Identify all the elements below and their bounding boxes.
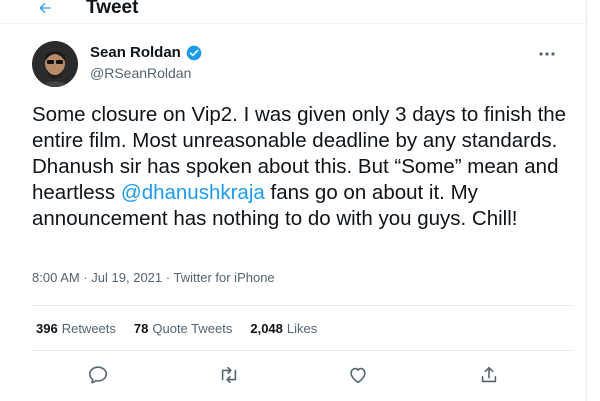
tweet-stats: 396 Retweets 78 Quote Tweets 2,048 Likes: [36, 321, 335, 336]
reply-icon[interactable]: [87, 364, 109, 386]
tweet-date[interactable]: Jul 19, 2021: [91, 270, 162, 285]
tweet-text: Some closure on Vip2. I was given only 3…: [32, 102, 572, 232]
author-name-row: Sean Roldan: [90, 44, 202, 61]
avatar[interactable]: [32, 41, 78, 87]
quote-tweets-stat[interactable]: 78 Quote Tweets: [134, 321, 232, 336]
meta-separator: ·: [165, 270, 171, 285]
tweet-time[interactable]: 8:00 AM: [32, 270, 80, 285]
author-display-name[interactable]: Sean Roldan: [90, 44, 181, 61]
verified-badge-icon: [186, 45, 202, 61]
divider: [32, 305, 572, 306]
author-handle[interactable]: @RSeanRoldan: [90, 65, 202, 81]
arrow-left-icon[interactable]: [36, 0, 54, 16]
column-border: [586, 0, 587, 401]
tweet-source[interactable]: Twitter for iPhone: [174, 270, 275, 285]
share-icon[interactable]: [478, 364, 500, 386]
retweets-stat[interactable]: 396 Retweets: [36, 321, 116, 336]
likes-stat[interactable]: 2,048 Likes: [250, 321, 317, 336]
quote-tweets-label: Quote Tweets: [152, 321, 233, 336]
page-title: Tweet: [86, 0, 139, 18]
divider: [32, 350, 572, 351]
tweet-meta: 8:00 AM · Jul 19, 2021 · Twitter for iPh…: [32, 270, 275, 285]
retweet-icon[interactable]: [218, 364, 240, 386]
quote-tweets-count: 78: [133, 321, 149, 336]
meta-separator: ·: [83, 270, 88, 285]
retweets-count: 396: [36, 321, 58, 336]
header-divider: [0, 23, 586, 24]
likes-count: 2,048: [250, 321, 283, 336]
retweets-label: Retweets: [61, 321, 116, 336]
author-block: Sean Roldan @RSeanRoldan: [90, 44, 202, 81]
mention-link[interactable]: @dhanushkraja: [121, 181, 265, 204]
more-options-icon[interactable]: [538, 46, 556, 56]
like-icon[interactable]: [347, 364, 369, 386]
tweet-header: Tweet: [0, 0, 587, 22]
likes-label: Likes: [286, 321, 318, 336]
